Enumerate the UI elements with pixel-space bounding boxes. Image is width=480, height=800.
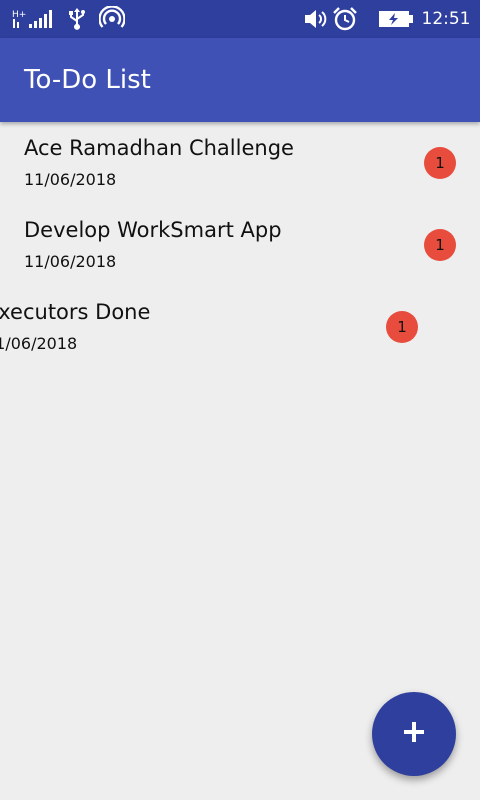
count-badge: 1 [424,147,456,179]
item-title: Ace Ramadhan Challenge [24,136,294,160]
hotspot-icon [98,0,126,38]
list-item[interactable]: Ace Ramadhan Challenge 11/06/2018 1 [0,122,480,204]
count-badge: 1 [386,311,418,343]
item-title: Executors Done [0,300,151,324]
item-date: 11/06/2018 [24,170,117,189]
page-title: To-Do List [24,65,151,95]
status-bar: H+ 12:51 [0,0,480,38]
item-date: 11/06/2018 [24,252,117,271]
add-task-button[interactable] [372,692,456,776]
app-bar: To-Do List [0,38,480,122]
alarm-clock-icon [332,0,358,38]
item-title: Develop WorkSmart App [24,218,282,242]
clock-time: 12:51 [421,9,471,29]
usb-icon [66,0,88,38]
vibrate-sound-icon [302,0,328,38]
svg-text:H+: H+ [12,10,26,20]
list-item[interactable]: Develop WorkSmart App 11/06/2018 1 [0,204,480,286]
battery-charging-icon [378,0,414,38]
plus-icon [403,721,425,747]
h-plus-signal-icon: H+ [12,0,56,38]
list-item-swiped[interactable]: Executors Done 11/06/2018 1 [0,286,465,368]
count-badge: 1 [424,229,456,261]
item-date: 11/06/2018 [0,334,78,353]
